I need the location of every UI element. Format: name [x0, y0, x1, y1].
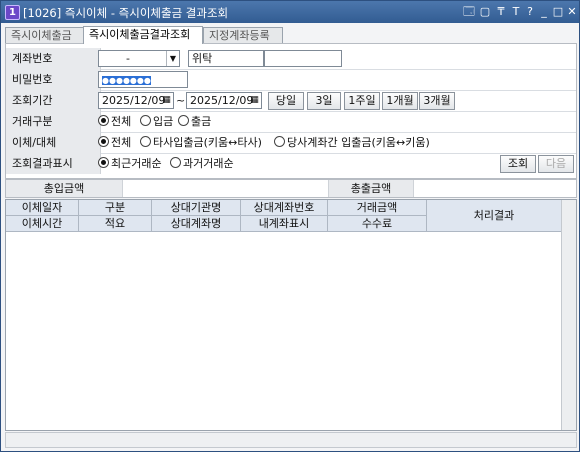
row-display: 조회결과표시 최근거래순 과거거래순 조회 다음	[6, 153, 576, 174]
tx-type-label: 거래구분	[6, 111, 101, 132]
status-bar	[5, 432, 577, 448]
tx-type-deposit-radio[interactable]: 입금	[140, 115, 173, 128]
display-label: 조회결과표시	[6, 153, 101, 174]
search-form: 계좌번호 - ▼ 위탁 비밀번호 ●●●●●●● 조회기간 2025/12/09…	[5, 43, 577, 179]
password-label: 비밀번호	[6, 69, 101, 90]
close-icon[interactable]: ✕	[566, 5, 578, 18]
col-transfer-date[interactable]: 이체일자	[6, 200, 79, 216]
col-counter-account[interactable]: 상대계좌번호	[241, 200, 328, 216]
transfer-internal-radio[interactable]: 당사계좌간 입출금(키움↔키움)	[274, 136, 430, 149]
period-3day-button[interactable]: 3일	[307, 92, 341, 110]
deposit-total-value	[123, 180, 329, 197]
calendar-icon[interactable]: ▦	[248, 93, 261, 108]
font-size-icon[interactable]: T	[510, 5, 522, 18]
title-bar[interactable]: 1 [1026] 즉시이체 - 즉시이체출금 결과조회 🗔 ▢ ₸ T ? _ …	[1, 1, 579, 23]
period-1week-button[interactable]: 1주일	[344, 92, 380, 110]
next-button[interactable]: 다음	[538, 155, 574, 173]
date-to-value: 2025/12/09	[190, 94, 254, 107]
maximize-icon[interactable]: □	[552, 5, 564, 18]
row-account: 계좌번호 - ▼ 위탁	[6, 48, 576, 70]
withdraw-total-value	[414, 180, 576, 197]
period-1month-button[interactable]: 1개월	[382, 92, 418, 110]
pin-icon[interactable]: ₸	[495, 5, 507, 18]
withdraw-total-label: 총출금액	[329, 180, 414, 197]
col-type[interactable]: 구분	[79, 200, 152, 216]
result-grid[interactable]: 이체일자 구분 상대기관명 상대계좌번호 거래금액 이체시간 적요 상대계좌명 …	[5, 199, 577, 431]
date-to-field[interactable]: 2025/12/09 ▦	[186, 92, 262, 109]
period-label: 조회기간	[6, 90, 101, 111]
radio-checked-icon[interactable]	[98, 115, 109, 126]
radio-icon[interactable]	[140, 136, 151, 147]
display-recent-radio[interactable]: 최근거래순	[98, 157, 162, 170]
calendar-icon[interactable]: ▦	[160, 93, 173, 108]
col-transfer-time[interactable]: 이체시간	[6, 216, 79, 232]
transfer-all-radio[interactable]: 전체	[98, 136, 131, 149]
col-my-account-memo[interactable]: 내계좌표시	[241, 216, 328, 232]
chevron-down-icon[interactable]: ▼	[166, 51, 179, 66]
radio-icon[interactable]	[178, 115, 189, 126]
row-tx-type: 거래구분 전체 입금 출금	[6, 111, 576, 133]
window-box-icon[interactable]: ▢	[479, 5, 491, 18]
account-extra-field	[264, 50, 342, 67]
period-today-button[interactable]: 당일	[268, 92, 304, 110]
summary-bar: 총입금액 총출금액	[5, 179, 577, 198]
window-title: [1026] 즉시이체 - 즉시이체출금 결과조회	[23, 6, 229, 20]
vertical-scrollbar[interactable]	[561, 200, 576, 430]
period-3month-button[interactable]: 3개월	[419, 92, 455, 110]
account-value: -	[126, 52, 130, 65]
tab-withdraw-result[interactable]: 즉시이체출금결과조회	[83, 26, 203, 44]
tx-type-all-radio[interactable]: 전체	[98, 115, 131, 128]
search-button[interactable]: 조회	[500, 155, 536, 173]
window-restore-icon[interactable]: 🗔	[463, 5, 475, 18]
date-from-value: 2025/12/09	[102, 94, 166, 107]
radio-icon[interactable]	[140, 115, 151, 126]
col-counter-bank[interactable]: 상대기관명	[152, 200, 241, 216]
transfer-external-radio[interactable]: 타사입출금(키움↔타사)	[140, 136, 262, 149]
col-counter-name[interactable]: 상대계좌명	[152, 216, 241, 232]
transfer-label: 이체/대체	[6, 132, 101, 153]
date-from-field[interactable]: 2025/12/09 ▦	[98, 92, 174, 109]
password-field[interactable]: ●●●●●●●	[98, 71, 188, 88]
app-window: 1 [1026] 즉시이체 - 즉시이체출금 결과조회 🗔 ▢ ₸ T ? _ …	[0, 0, 580, 452]
password-value: ●●●●●●●	[102, 76, 151, 85]
tab-registered-accounts[interactable]: 지정계좌등록	[203, 27, 283, 43]
account-owner-field: 위탁	[188, 50, 264, 67]
tx-type-withdraw-radio[interactable]: 출금	[178, 115, 211, 128]
date-separator: ~	[176, 94, 186, 107]
col-amount[interactable]: 거래금액	[328, 200, 427, 216]
help-icon[interactable]: ?	[524, 5, 536, 18]
col-fee[interactable]: 수수료	[328, 216, 427, 232]
account-label: 계좌번호	[6, 48, 101, 69]
col-result[interactable]: 처리결과	[427, 200, 562, 232]
display-past-radio[interactable]: 과거거래순	[170, 157, 234, 170]
radio-icon[interactable]	[274, 136, 285, 147]
radio-checked-icon[interactable]	[98, 157, 109, 168]
tab-transfer-withdraw[interactable]: 즉시이체출금	[5, 27, 85, 43]
row-period: 조회기간 2025/12/09 ▦ ~ 2025/12/09 ▦ 당일 3일 1…	[6, 90, 576, 112]
minimize-icon[interactable]: _	[538, 5, 550, 18]
radio-icon[interactable]	[170, 157, 181, 168]
account-select[interactable]: - ▼	[98, 50, 180, 67]
deposit-total-label: 총입금액	[6, 180, 123, 197]
row-password: 비밀번호 ●●●●●●●	[6, 69, 576, 91]
col-memo[interactable]: 적요	[79, 216, 152, 232]
radio-checked-icon[interactable]	[98, 136, 109, 147]
app-badge-icon: 1	[5, 5, 20, 20]
row-transfer: 이체/대체 전체 타사입출금(키움↔타사) 당사계좌간 입출금(키움↔키움)	[6, 132, 576, 154]
